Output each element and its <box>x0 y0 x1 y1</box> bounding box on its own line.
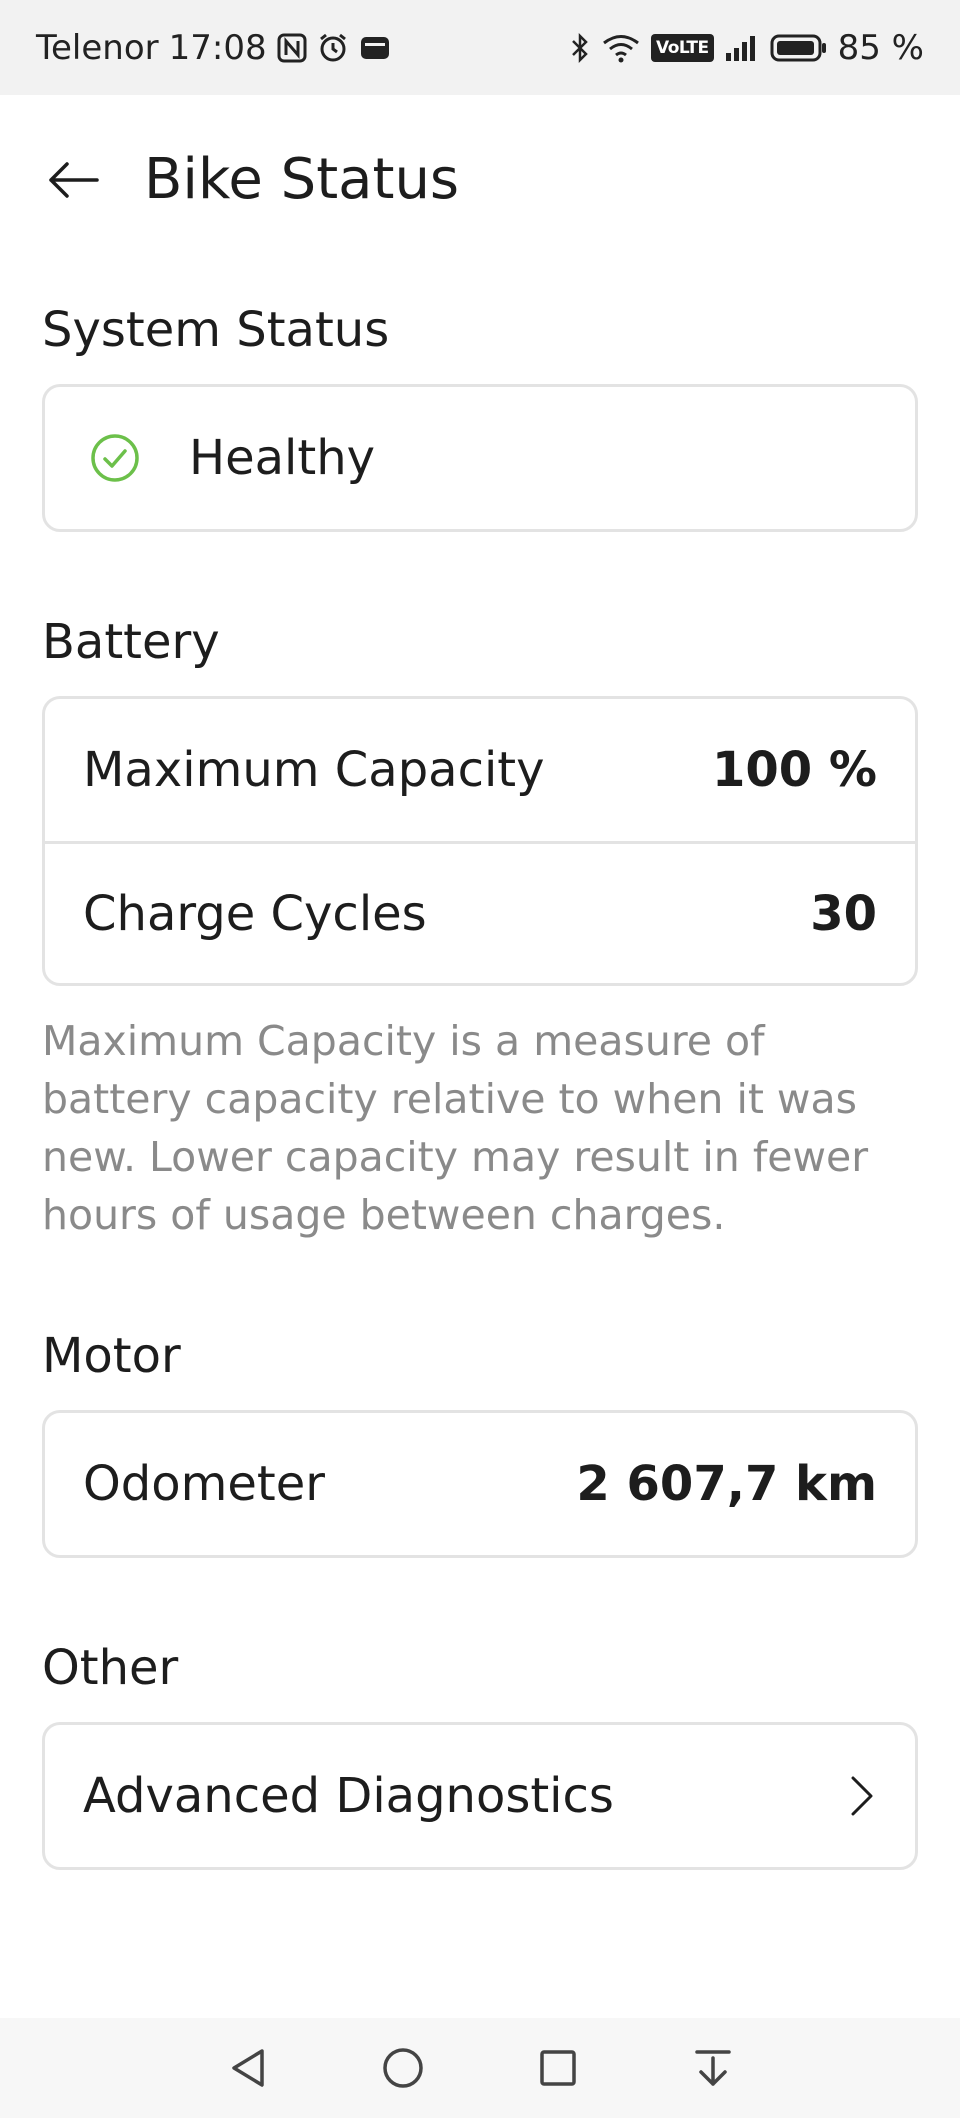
nav-back-button[interactable] <box>218 2038 278 2098</box>
carrier-name: Telenor <box>36 27 159 68</box>
maximum-capacity-row: Maximum Capacity 100 % <box>45 699 915 841</box>
system-status-value: Healthy <box>189 430 376 486</box>
nav-home-button[interactable] <box>373 2038 433 2098</box>
system-status-card: Healthy <box>42 384 918 532</box>
other-card: Advanced Diagnostics <box>42 1722 918 1870</box>
charge-cycles-row: Charge Cycles 30 <box>45 841 915 983</box>
status-bar: Telenor 17:08 VoLTE 85 % <box>0 0 960 95</box>
battery-icon <box>770 33 828 63</box>
signal-icon <box>724 33 760 63</box>
charge-cycles-value: 30 <box>810 885 877 942</box>
battery-percent: 85 % <box>837 27 924 68</box>
maximum-capacity-label: Maximum Capacity <box>83 742 545 798</box>
advanced-diagnostics-row[interactable]: Advanced Diagnostics <box>45 1725 915 1867</box>
triangle-back-icon <box>231 2049 264 2087</box>
square-recents-icon <box>539 2050 576 2086</box>
back-button[interactable] <box>38 145 108 215</box>
battery-note: Maximum Capacity is a measure of battery… <box>42 1017 869 1239</box>
motor-card: Odometer 2 607,7 km <box>42 1410 918 1558</box>
page-title: Bike Status <box>144 147 460 212</box>
charge-cycles-label: Charge Cycles <box>83 885 427 942</box>
battery-card: Maximum Capacity 100 % Charge Cycles 30 <box>42 696 918 986</box>
app-bar: Bike Status <box>0 95 960 265</box>
advanced-diagnostics-label: Advanced Diagnostics <box>83 1768 614 1824</box>
odometer-label: Odometer <box>83 1456 325 1512</box>
system-status-heading: System Status <box>42 302 390 358</box>
clock: 17:08 <box>168 27 267 68</box>
odometer-value: 2 607,7 km <box>576 1456 877 1512</box>
maximum-capacity-value: 100 % <box>712 742 877 798</box>
other-heading: Other <box>42 1640 179 1696</box>
circle-home-icon <box>382 2048 423 2088</box>
system-status-row: Healthy <box>45 387 915 529</box>
nfc-icon <box>277 33 307 63</box>
wifi-icon <box>601 33 641 63</box>
motor-heading: Motor <box>42 1328 181 1384</box>
arrow-left-icon <box>49 162 99 198</box>
pull-down-icon <box>694 2050 731 2086</box>
odometer-row: Odometer 2 607,7 km <box>45 1413 915 1555</box>
nav-recents-button[interactable] <box>528 2038 588 2098</box>
status-bar-left: Telenor 17:08 <box>36 28 391 68</box>
chevron-right-icon <box>847 1774 877 1818</box>
bluetooth-icon <box>569 32 591 64</box>
nav-notifications-button[interactable] <box>683 2038 743 2098</box>
status-bar-right: VoLTE 85 % <box>569 28 924 68</box>
system-navigation-bar <box>0 2018 960 2118</box>
alarm-icon <box>317 32 349 64</box>
check-circle-icon <box>89 432 141 484</box>
wallet-icon <box>359 34 391 62</box>
volte-badge: VoLTE <box>650 33 714 62</box>
battery-heading: Battery <box>42 614 220 670</box>
